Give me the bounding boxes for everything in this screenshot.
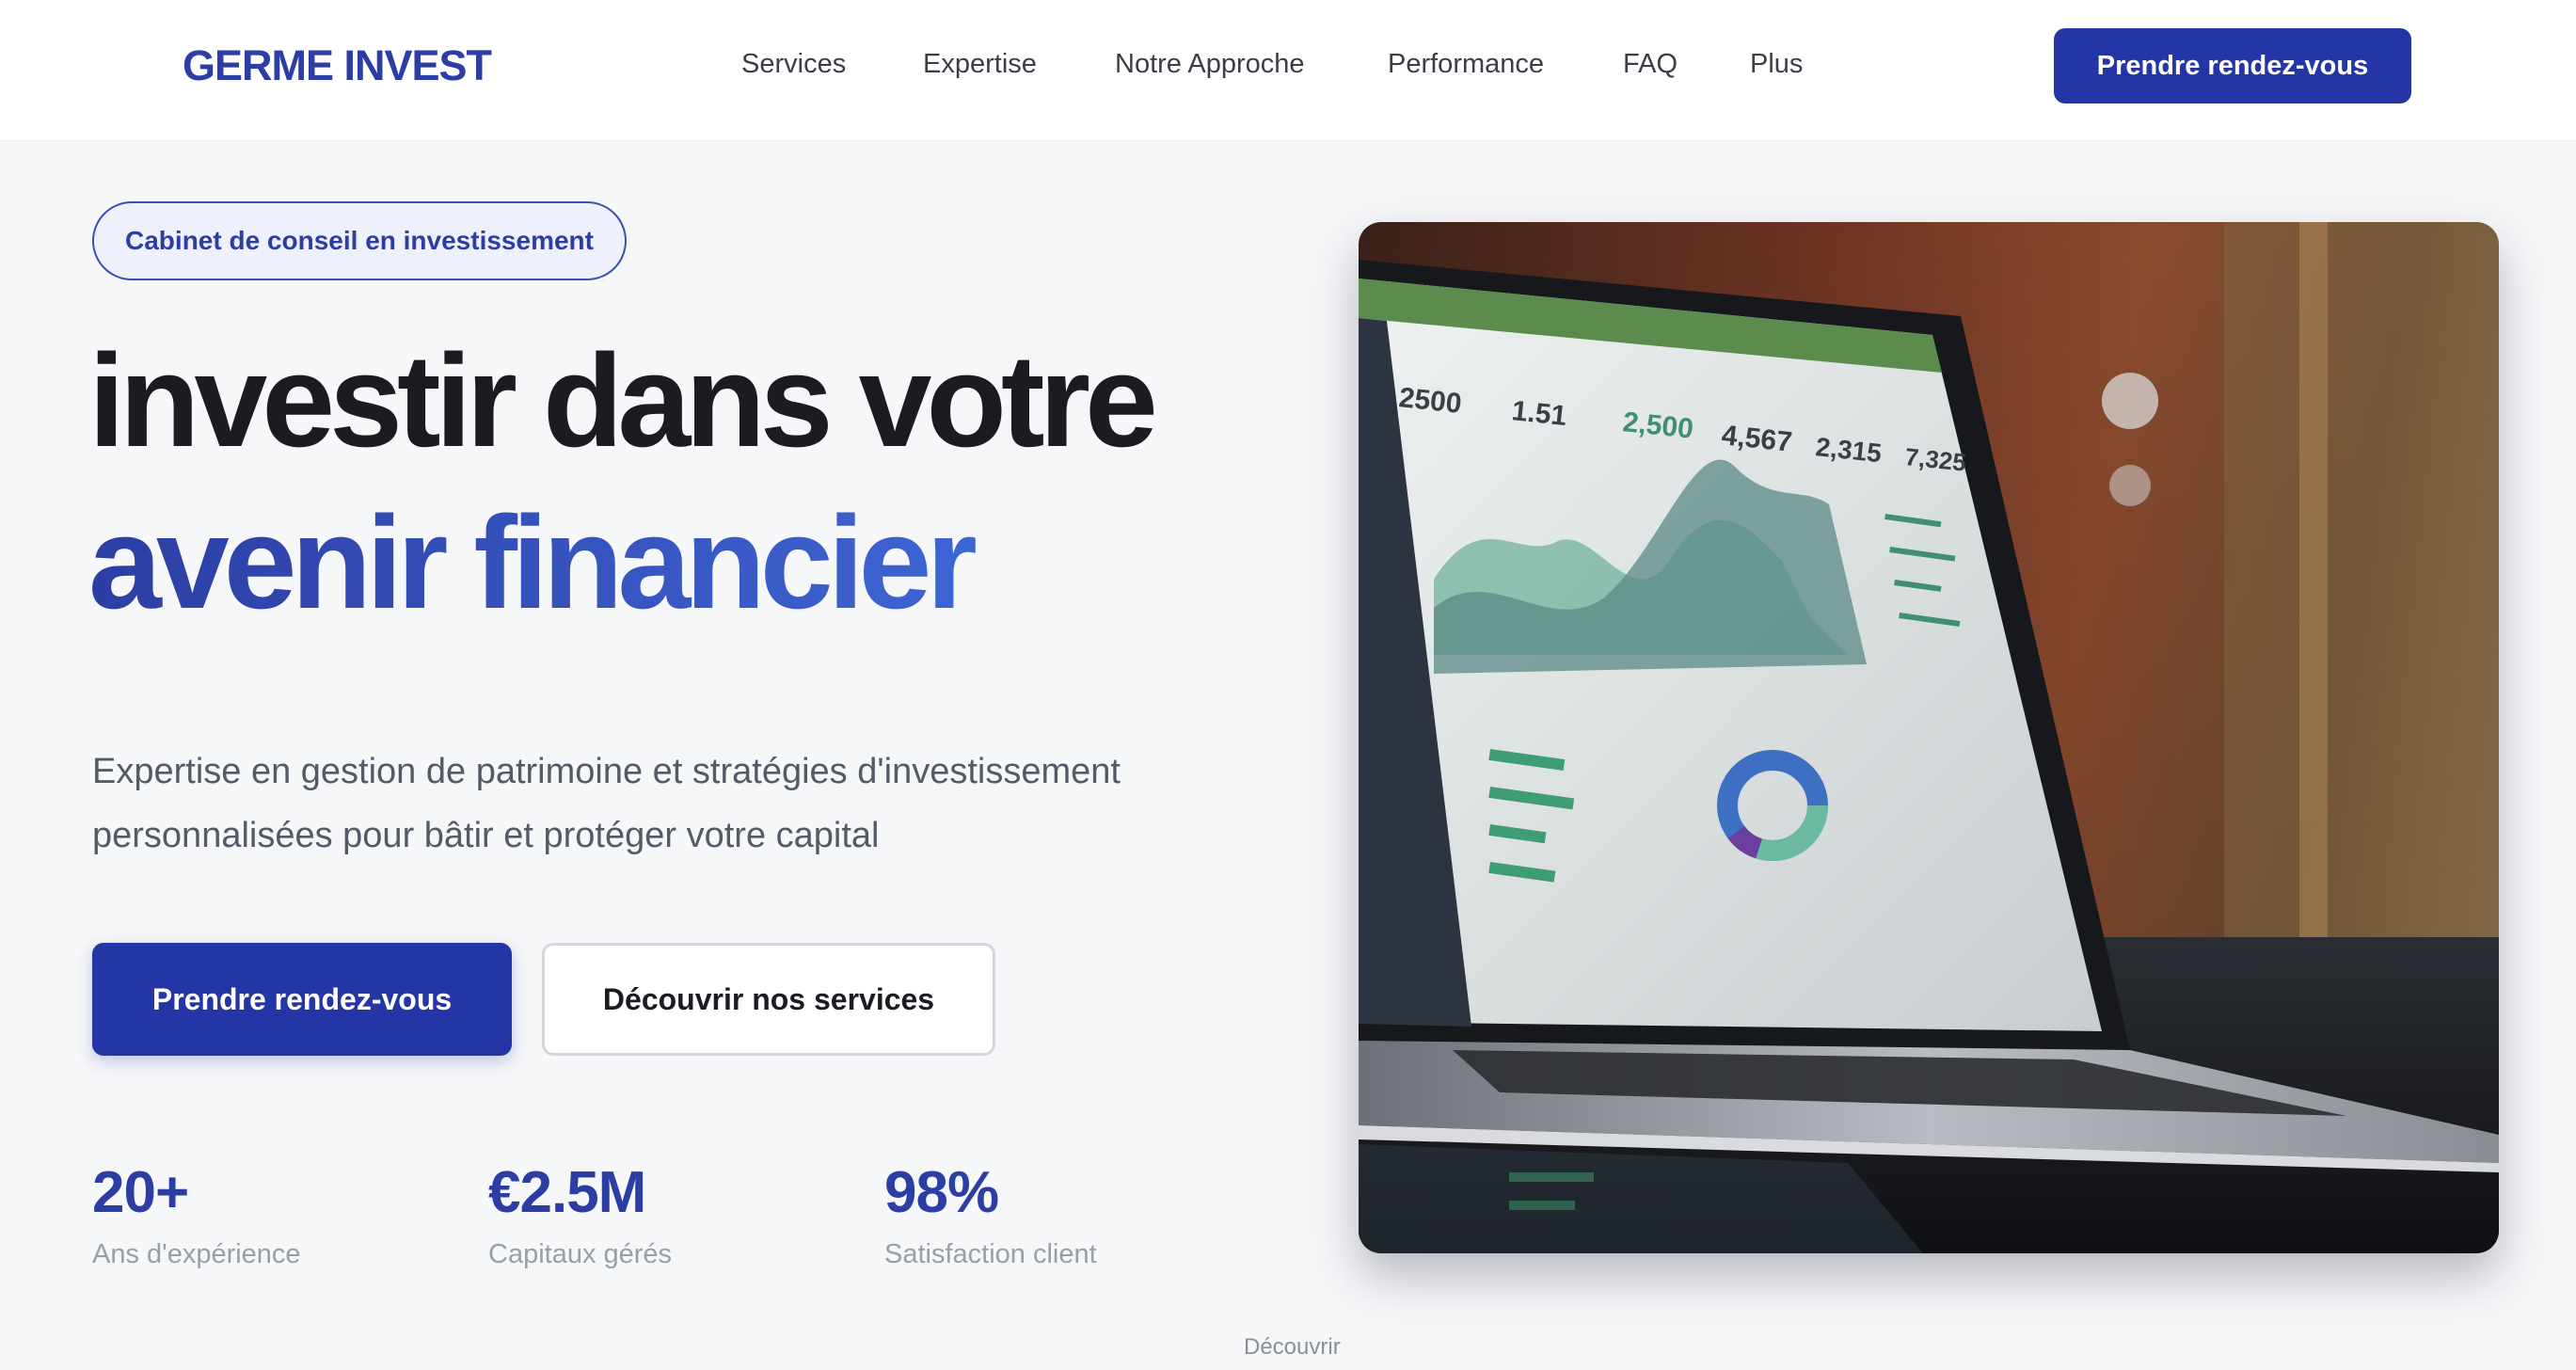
nav-item-performance[interactable]: Performance xyxy=(1388,49,1544,80)
laptop-illustration: 2500 1.51 2,500 4,567 2,315 7,325 xyxy=(1359,222,2499,1253)
headline-line-2: avenir financier xyxy=(88,482,1312,644)
header-appointment-button[interactable]: Prendre rendez-vous xyxy=(2054,28,2411,104)
hero-headline: investir dans votre avenir financier xyxy=(88,320,1312,644)
stat-value: 20+ xyxy=(92,1160,189,1225)
nav-item-expertise[interactable]: Expertise xyxy=(923,49,1037,80)
nav-item-plus[interactable]: Plus xyxy=(1750,49,1803,80)
stat-experience: 20+ Ans d'expérience xyxy=(92,1159,301,1270)
stat-value: 98% xyxy=(884,1160,999,1225)
nav-item-faq[interactable]: FAQ xyxy=(1623,49,1678,80)
hero-badge: Cabinet de conseil en investissement xyxy=(92,201,627,280)
stat-capital: €2.5M Capitaux gérés xyxy=(488,1159,672,1270)
stat-label: Ans d'expérience xyxy=(92,1239,301,1269)
subtitle-line-1: Expertise en gestion de patrimoine et st… xyxy=(92,752,1121,791)
kpi-value: 1.51 xyxy=(1510,395,1568,432)
nav-item-notre-approche[interactable]: Notre Approche xyxy=(1115,49,1305,80)
hero-appointment-button[interactable]: Prendre rendez-vous xyxy=(92,943,512,1056)
headline-line-1: investir dans votre xyxy=(88,327,1158,474)
kpi-value: 2500 xyxy=(1397,382,1463,420)
site-header: GERME INVEST Services Expertise Notre Ap… xyxy=(0,0,2576,141)
subtitle-line-2: personnalisées pour bâtir et protéger vo… xyxy=(92,816,880,855)
hero-subtitle: Expertise en gestion de patrimoine et st… xyxy=(92,740,1278,868)
discover-services-button[interactable]: Découvrir nos services xyxy=(542,943,995,1056)
stat-value: €2.5M xyxy=(488,1160,646,1225)
laptop-analytics-photo: 2500 1.51 2,500 4,567 2,315 7,325 xyxy=(1359,222,2499,1253)
stat-satisfaction: 98% Satisfaction client xyxy=(884,1159,1097,1270)
scroll-discover-hint[interactable]: Découvrir xyxy=(1244,1334,1341,1361)
stat-label: Capitaux gérés xyxy=(488,1239,673,1269)
brand-logo[interactable]: GERME INVEST xyxy=(183,41,492,90)
nav-item-services[interactable]: Services xyxy=(741,49,846,80)
stat-label: Satisfaction client xyxy=(884,1239,1097,1269)
